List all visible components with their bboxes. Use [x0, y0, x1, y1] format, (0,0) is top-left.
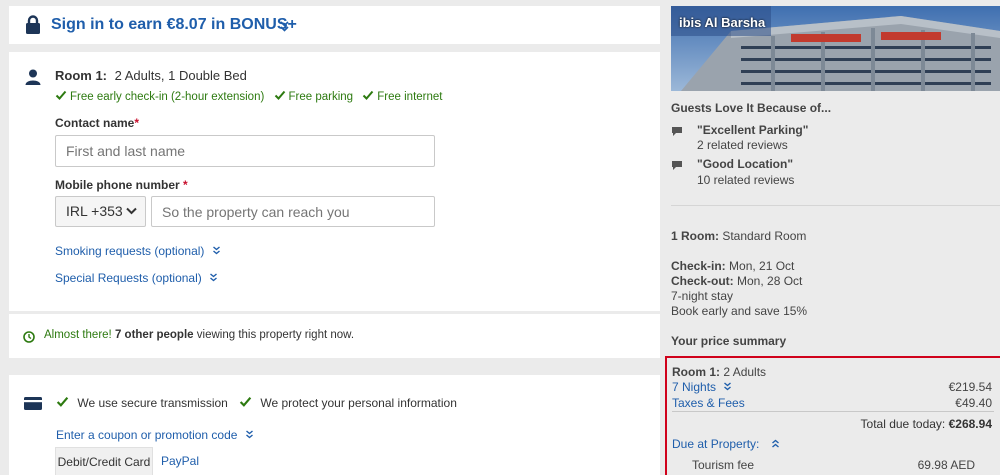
- bonus-signin-link[interactable]: Sign in to earn €8.07 in BONUS+: [51, 16, 297, 34]
- contact-name-input[interactable]: [55, 135, 435, 167]
- urgency-highlight: 7 other people: [114, 329, 194, 341]
- room-summary: 1 Room: Standard Room: [671, 229, 807, 243]
- room-contact-card: Room 1: 2 Adults, 1 Double Bed Free earl…: [9, 52, 660, 311]
- lock-icon: [25, 15, 41, 39]
- check-icon: [363, 90, 374, 100]
- checkin: Check-in: Mon, 21 Oct: [671, 259, 795, 273]
- amenity-item: Free internet: [362, 90, 442, 103]
- chevron-double-down-icon: [212, 246, 220, 255]
- check-icon: [239, 397, 252, 407]
- room-occupancy: Room 1: 2 Adults: [672, 365, 767, 379]
- tab-debit-credit[interactable]: Debit/Credit Card: [55, 447, 153, 475]
- secure-transmission: We use secure transmission: [56, 395, 228, 410]
- room-details: 2 Adults, 1 Double Bed: [114, 68, 247, 83]
- country-code-select[interactable]: IRL +353: [55, 196, 146, 227]
- phone-label: Mobile phone number *: [55, 178, 188, 192]
- guests-love-title: Guests Love It Because of...: [671, 101, 832, 115]
- clock-icon: [23, 330, 35, 348]
- nights-link[interactable]: 7 Nights: [672, 380, 732, 394]
- urgency-suffix: viewing this property right now.: [196, 329, 355, 341]
- due-at-property-link[interactable]: Due at Property:: [672, 437, 780, 451]
- urgency-banner: Almost there! 7 other people viewing thi…: [9, 314, 660, 358]
- hotel-photo: ibis Al Barsha: [671, 6, 1000, 91]
- phone-input[interactable]: [151, 196, 435, 227]
- speech-bubble-icon: [671, 124, 683, 142]
- room-title: Room 1:: [55, 68, 107, 83]
- amenity-item: Free parking: [274, 90, 353, 103]
- person-icon: [25, 69, 41, 90]
- checkout: Check-out: Mon, 28 Oct: [671, 274, 803, 288]
- coupon-link[interactable]: Enter a coupon or promotion code: [56, 428, 254, 442]
- payment-card: We use secure transmission We protect yo…: [9, 375, 660, 475]
- credit-card-icon: [24, 397, 42, 415]
- review-count: 2 related reviews: [697, 138, 788, 152]
- check-icon: [55, 90, 67, 100]
- taxes-amount: €49.40: [955, 396, 992, 410]
- chevron-double-down-icon[interactable]: [280, 19, 289, 37]
- stay-length: 7-night stay: [671, 289, 734, 303]
- bonus-banner[interactable]: Sign in to earn €8.07 in BONUS+: [9, 6, 660, 44]
- speech-bubble-icon: [671, 158, 683, 176]
- hotel-name: ibis Al Barsha: [679, 15, 766, 30]
- amenities-row: Free early check-in (2-hour extension) F…: [55, 89, 442, 103]
- total-due: Total due today: €268.94: [860, 417, 992, 431]
- tourism-fee-amount: 69.98 AED: [917, 458, 975, 472]
- review-quote: "Good Location": [697, 157, 794, 171]
- amenity-item: Free early check-in (2-hour extension): [55, 90, 264, 103]
- promo-text: Book early and save 15%: [671, 304, 808, 318]
- price-summary-box: Room 1: 2 Adults 7 Nights €219.54 Taxes …: [665, 356, 1000, 475]
- review-count: 10 related reviews: [697, 173, 795, 187]
- chevron-double-down-icon: [210, 273, 218, 282]
- tourism-fee-label: Tourism fee: [692, 458, 755, 472]
- urgency-prefix: Almost there!: [44, 329, 112, 341]
- chevron-down-icon: [126, 207, 137, 215]
- chevron-double-down-icon: [724, 382, 732, 391]
- review-quote: "Excellent Parking": [697, 123, 809, 137]
- tab-paypal[interactable]: PayPal: [161, 447, 199, 475]
- divider: [672, 411, 994, 412]
- special-requests-link[interactable]: Special Requests (optional): [55, 271, 218, 285]
- chevron-double-up-icon: [771, 439, 779, 448]
- taxes-link[interactable]: Taxes & Fees: [672, 396, 745, 410]
- contact-name-label: Contact name*: [55, 116, 140, 130]
- protect-info: We protect your personal information: [239, 395, 457, 410]
- check-icon: [56, 397, 69, 407]
- chevron-double-down-icon: [245, 430, 253, 439]
- smoking-requests-link[interactable]: Smoking requests (optional): [55, 244, 221, 258]
- nights-amount: €219.54: [948, 380, 992, 394]
- check-icon: [274, 90, 285, 100]
- divider: [671, 205, 1000, 206]
- price-summary-title: Your price summary: [671, 334, 787, 348]
